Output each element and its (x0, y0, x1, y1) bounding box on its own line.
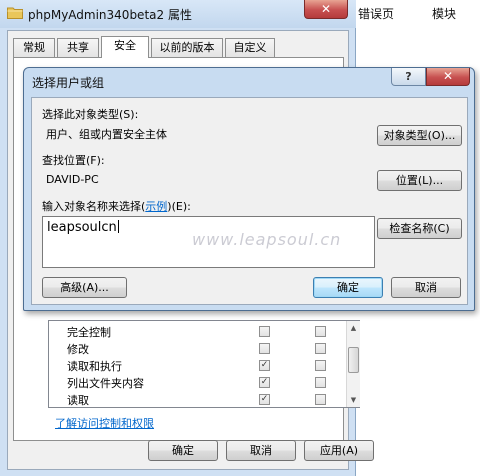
scroll-up-arrow-icon[interactable]: ▲ (347, 321, 360, 335)
location-label: 查找位置(F): (42, 154, 105, 167)
permission-name: 完全控制 (67, 326, 111, 339)
tab-previous-versions[interactable]: 以前的版本 (151, 38, 223, 57)
properties-close-button[interactable]: ✕ (304, 0, 348, 19)
deny-checkbox[interactable] (315, 360, 326, 371)
folder-icon (7, 7, 23, 19)
deny-checkbox[interactable] (315, 394, 326, 405)
permission-row: 读取和执行 ✓ (49, 358, 349, 373)
tab-label: 以前的版本 (159, 41, 215, 54)
properties-ok-button[interactable]: 确定 (148, 440, 218, 461)
permission-name: 修改 (67, 343, 89, 356)
learn-access-control-link[interactable]: 了解访问控制和权限 (55, 415, 154, 431)
object-type-field: 用户、组或内置安全主体 (42, 124, 375, 145)
tab-security[interactable]: 安全 (101, 36, 149, 58)
locations-button[interactable]: 位置(L)... (377, 170, 462, 191)
properties-apply-button[interactable]: 应用(A) (304, 440, 374, 461)
deny-checkbox[interactable] (315, 377, 326, 388)
dialog-close-button[interactable]: ✕ (426, 68, 470, 86)
properties-cancel-button[interactable]: 取消 (226, 440, 296, 461)
allow-checkbox[interactable] (259, 343, 270, 354)
object-names-value: leapsoulcn (47, 220, 117, 235)
watermark-text: www.leapsoul.cn (192, 230, 342, 249)
permissions-header (48, 310, 360, 320)
object-types-button[interactable]: 对象类型(O)... (377, 125, 462, 146)
dialog-body: 选择此对象类型(S): 用户、组或内置安全主体 对象类型(O)... 查找位置(… (31, 97, 468, 305)
object-names-label: 输入对象名称来选择(示例)(E): (42, 198, 191, 214)
scroll-down-arrow-icon[interactable]: ▼ (347, 393, 360, 407)
deny-checkbox[interactable] (315, 326, 326, 337)
permission-name: 读取和执行 (67, 360, 122, 373)
permission-row: 读取 ✓ (49, 392, 349, 407)
object-names-label-after: )(E): (167, 200, 191, 213)
allow-checkbox[interactable]: ✓ (259, 394, 270, 405)
properties-title: phpMyAdmin340beta2 属性 (28, 8, 192, 22)
bg-nav-item[interactable]: 模块 (432, 5, 456, 22)
permission-row: 完全控制 (49, 324, 349, 339)
tab-custom[interactable]: 自定义 (225, 38, 275, 57)
bg-nav-item[interactable]: 错误页 (358, 5, 394, 22)
advanced-button[interactable]: 高级(A)... (42, 277, 127, 298)
dialog-title: 选择用户或组 (32, 76, 105, 90)
tab-general[interactable]: 常规 (13, 38, 55, 57)
dialog-ok-button[interactable]: 确定 (313, 277, 383, 298)
permission-name: 读取 (67, 394, 89, 407)
examples-link[interactable]: 示例 (145, 200, 167, 213)
location-field: DAVID-PC (42, 169, 375, 190)
permissions-scrollbar[interactable]: ▲ ▼ (346, 321, 360, 407)
help-icon[interactable]: ? (391, 68, 426, 86)
permission-name: 列出文件夹内容 (67, 377, 144, 390)
text-caret (117, 220, 119, 233)
tab-label: 共享 (67, 41, 89, 54)
properties-title-bar[interactable]: phpMyAdmin340beta2 属性 ✕ (0, 0, 356, 28)
allow-checkbox[interactable]: ✓ (259, 360, 270, 371)
object-type-label: 选择此对象类型(S): (42, 108, 139, 121)
deny-checkbox[interactable] (315, 343, 326, 354)
object-names-label-before: 输入对象名称来选择( (42, 200, 146, 213)
tab-label: 安全 (114, 39, 136, 52)
permission-row: 修改 (49, 341, 349, 356)
check-names-button[interactable]: 检查名称(C) (377, 218, 462, 239)
permission-row: 列出文件夹内容 ✓ (49, 375, 349, 390)
scroll-thumb[interactable] (348, 347, 359, 373)
tab-sharing[interactable]: 共享 (57, 38, 99, 57)
permissions-list[interactable]: 完全控制 修改 读取和执行 ✓ 列出文件夹内容 ✓ 读取 ✓ ▲ ▼ (48, 320, 360, 408)
allow-checkbox[interactable] (259, 326, 270, 337)
allow-checkbox[interactable]: ✓ (259, 377, 270, 388)
tab-label: 自定义 (233, 41, 267, 54)
select-users-dialog: 选择用户或组 ? ✕ 选择此对象类型(S): 用户、组或内置安全主体 对象类型(… (23, 67, 475, 311)
tab-label: 常规 (23, 41, 45, 54)
dialog-cancel-button[interactable]: 取消 (391, 277, 461, 298)
